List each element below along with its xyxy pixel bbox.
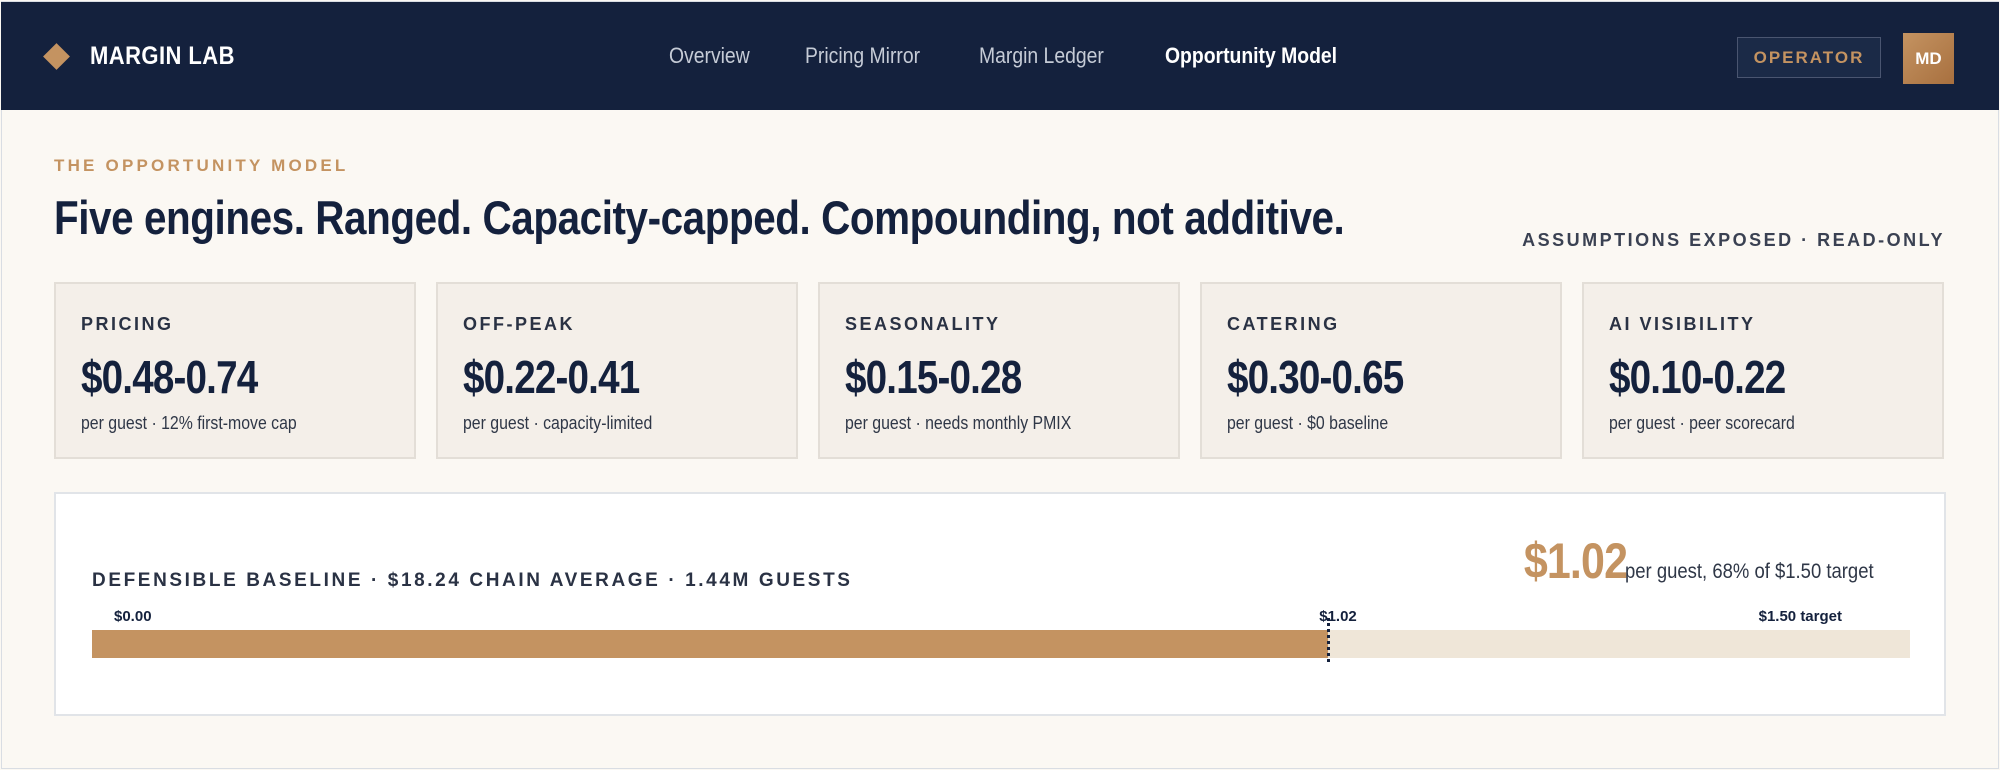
card-sub: per guest · capacity-limited — [463, 413, 653, 433]
card-label: PRICING — [81, 314, 174, 334]
nav-links: Overview Pricing Mirror Margin Ledger Op… — [669, 2, 1405, 110]
card-sub: per guest · needs monthly PMIX — [845, 413, 1072, 433]
engine-card-ai-visibility: AI VISIBILITY $0.10-0.22 per guest · pee… — [1582, 282, 1944, 459]
baseline-kpi: $1.02 per guest, 68% of $1.50 target — [1507, 532, 1908, 590]
card-sub: per guest · 12% first-move cap — [81, 413, 297, 433]
progress-fill — [92, 630, 1329, 658]
card-value: $0.22-0.41 — [463, 351, 640, 403]
card-sub: per guest · $0 baseline — [1227, 413, 1389, 433]
card-value: $0.15-0.28 — [845, 351, 1022, 403]
brand[interactable]: MARGIN LAB — [43, 2, 255, 110]
nav-pricing-mirror[interactable]: Pricing Mirror — [805, 43, 920, 69]
card-value: $0.30-0.65 — [1227, 351, 1404, 403]
current-marker — [1327, 618, 1331, 662]
nav-opportunity-model[interactable]: Opportunity Model — [1165, 43, 1337, 69]
baseline-panel: DEFENSIBLE BASELINE · $18.24 CHAIN AVERA… — [54, 492, 1946, 716]
operator-button[interactable]: OPERATOR — [1737, 37, 1881, 78]
card-label: AI VISIBILITY — [1609, 314, 1756, 334]
engine-card-pricing: PRICING $0.48-0.74 per guest · 12% first… — [54, 282, 416, 459]
diamond-logo-icon — [43, 42, 70, 70]
card-label: CATERING — [1227, 314, 1340, 334]
card-sub: per guest · peer scorecard — [1609, 413, 1795, 433]
page-title: Five engines. Ranged. Capacity-capped. C… — [54, 191, 1345, 244]
baseline-title: DEFENSIBLE BASELINE · $18.24 CHAIN AVERA… — [92, 570, 853, 591]
section-eyebrow: THE OPPORTUNITY MODEL — [54, 156, 349, 175]
engine-card-catering: CATERING $0.30-0.65 per guest · $0 basel… — [1200, 282, 1562, 459]
kpi-note: per guest, 68% of $1.50 target — [1625, 560, 1875, 583]
kpi-value: $1.02 — [1524, 533, 1628, 589]
assumptions-badge: ASSUMPTIONS EXPOSED · READ-ONLY — [1522, 230, 1945, 250]
tick-current-label: $1.02 — [1319, 608, 1357, 625]
tick-target-label: $1.50 target — [1758, 608, 1842, 625]
card-value: $0.48-0.74 — [81, 351, 258, 403]
brand-name: MARGIN LAB — [90, 41, 235, 70]
top-nav: MARGIN LAB Overview Pricing Mirror Margi… — [1, 2, 1999, 110]
card-label: SEASONALITY — [845, 314, 1001, 334]
progress-track — [92, 630, 1910, 658]
nav-overview[interactable]: Overview — [669, 43, 750, 69]
card-label: OFF-PEAK — [463, 314, 575, 334]
engine-card-off-peak: OFF-PEAK $0.22-0.41 per guest · capacity… — [436, 282, 798, 459]
tick-min-label: $0.00 — [114, 608, 152, 625]
nav-margin-ledger[interactable]: Margin Ledger — [979, 43, 1104, 69]
avatar[interactable]: MD — [1903, 33, 1954, 84]
engine-cards: PRICING $0.48-0.74 per guest · 12% first… — [54, 282, 1946, 459]
card-value: $0.10-0.22 — [1609, 351, 1786, 403]
engine-card-seasonality: SEASONALITY $0.15-0.28 per guest · needs… — [818, 282, 1180, 459]
